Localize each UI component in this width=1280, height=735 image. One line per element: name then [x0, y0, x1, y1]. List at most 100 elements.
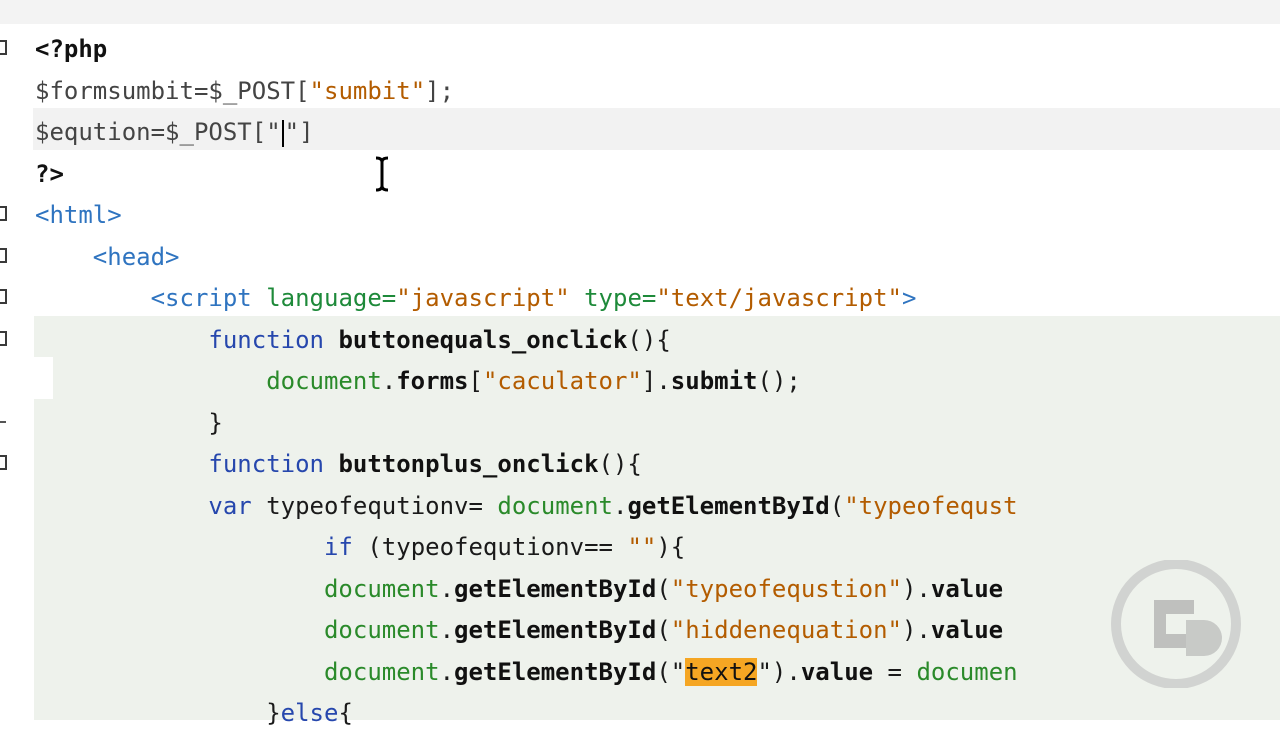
code-token: } — [35, 699, 281, 727]
code-token: ]; — [425, 76, 455, 105]
code-token: buttonplus_onclick — [338, 450, 599, 478]
code-token: { — [338, 699, 353, 727]
code-token: (){ — [627, 325, 671, 354]
code-token: "text/javascript" — [656, 284, 902, 312]
code-token: function — [208, 325, 324, 354]
code-token: ). — [901, 574, 931, 603]
code-token: value — [930, 616, 1004, 644]
code-line[interactable]: var typeofequtionv= document.getElementB… — [35, 486, 1018, 528]
code-token: language= — [266, 284, 397, 312]
code-token: > — [901, 284, 917, 312]
code-token: if — [323, 533, 353, 561]
fold-gutter — [0, 24, 14, 720]
code-token: <?php — [35, 35, 108, 63]
code-token: "] — [284, 118, 314, 146]
code-token: (typeofequtionv== — [352, 533, 628, 561]
code-token: } — [35, 408, 223, 437]
code-token: documen — [916, 657, 1018, 686]
code-token: . — [439, 616, 455, 644]
code-token: getElementById — [627, 491, 830, 520]
code-token: ?> — [35, 159, 64, 188]
code-line[interactable]: document.getElementById("typeofequstion"… — [35, 569, 1018, 611]
code-token: document — [323, 616, 440, 644]
code-token: <script — [150, 284, 252, 312]
code-line[interactable]: } — [35, 403, 1018, 445]
code-token: "hiddenequation" — [670, 616, 902, 644]
code-token: (); — [757, 367, 801, 395]
code-token: buttonequals_onclick — [338, 325, 628, 354]
editor-top-strip — [0, 0, 1280, 24]
fold-marker-icon[interactable] — [0, 206, 7, 221]
fold-marker-icon[interactable] — [0, 455, 7, 470]
channel-logo-icon — [1111, 560, 1241, 688]
code-line[interactable]: function buttonplus_onclick(){ — [35, 444, 1018, 486]
text-caret — [281, 119, 284, 147]
code-token: ( — [656, 574, 671, 603]
code-token: ). — [901, 616, 931, 644]
code-token: . — [439, 574, 455, 603]
code-token: function — [208, 450, 324, 478]
code-token: "javascript" — [396, 284, 570, 312]
code-line[interactable]: $formsumbit=$_POST["sumbit"]; — [35, 71, 1018, 113]
code-token: value — [800, 657, 874, 686]
fold-end-icon — [0, 421, 6, 423]
code-token: else — [280, 699, 339, 727]
fold-marker-icon[interactable] — [0, 40, 7, 55]
code-token: submit — [670, 367, 758, 395]
code-token: [ — [468, 367, 483, 395]
code-editor[interactable]: <?php $formsumbit=$_POST["sumbit"]; $equti… — [35, 29, 1018, 735]
code-token: "typeofequst — [844, 491, 1018, 520]
code-token: document — [323, 574, 440, 603]
code-line[interactable]: <script language="javascript" type="text… — [35, 278, 1018, 320]
code-token: typeofequtionv= — [251, 491, 498, 520]
code-token: forms — [396, 367, 469, 395]
code-token: document — [497, 491, 613, 520]
code-token: "typeofequstion" — [670, 574, 902, 603]
code-line[interactable]: $eqution=$_POST[" "] — [35, 112, 1018, 154]
code-token: = — [873, 657, 917, 686]
code-line[interactable]: <?php — [35, 29, 1018, 71]
code-line[interactable]: <head> — [35, 237, 1018, 279]
code-token: <html> — [35, 201, 122, 229]
code-token: (" — [656, 657, 686, 686]
code-line[interactable]: document.getElementById("hiddenequation"… — [35, 610, 1018, 652]
code-line[interactable]: document.getElementById("text2").value =… — [35, 652, 1018, 694]
code-line[interactable]: }else{ — [35, 693, 1018, 735]
code-token: (){ — [598, 450, 642, 478]
code-line[interactable]: if (typeofequtionv== ""){ — [35, 527, 1018, 569]
code-line[interactable]: function buttonequals_onclick(){ — [35, 320, 1018, 362]
code-line[interactable]: <html> — [35, 195, 1018, 237]
code-token: "caculator" — [482, 367, 642, 395]
code-token: "sumbit" — [309, 76, 426, 105]
code-token: ]. — [641, 367, 671, 395]
code-line[interactable]: ?> — [35, 154, 1018, 196]
code-token: getElementById — [454, 574, 657, 603]
code-token: ){ — [656, 533, 686, 561]
code-token: value — [930, 574, 1004, 603]
ibeam-cursor-icon — [375, 156, 389, 192]
code-token: ( — [829, 491, 845, 520]
code-token: var — [208, 491, 252, 520]
code-token: . — [439, 657, 455, 686]
code-token: <head> — [92, 242, 180, 271]
code-token: getElementById — [454, 616, 657, 644]
code-token: "" — [627, 533, 657, 561]
fold-marker-icon[interactable] — [0, 331, 7, 346]
fold-marker-icon[interactable] — [0, 289, 7, 304]
fold-marker-icon[interactable] — [0, 248, 7, 263]
code-token: text2 — [685, 657, 758, 686]
code-line[interactable]: document.forms["caculator"].submit(); — [35, 361, 1018, 403]
code-token: type= — [584, 284, 657, 312]
